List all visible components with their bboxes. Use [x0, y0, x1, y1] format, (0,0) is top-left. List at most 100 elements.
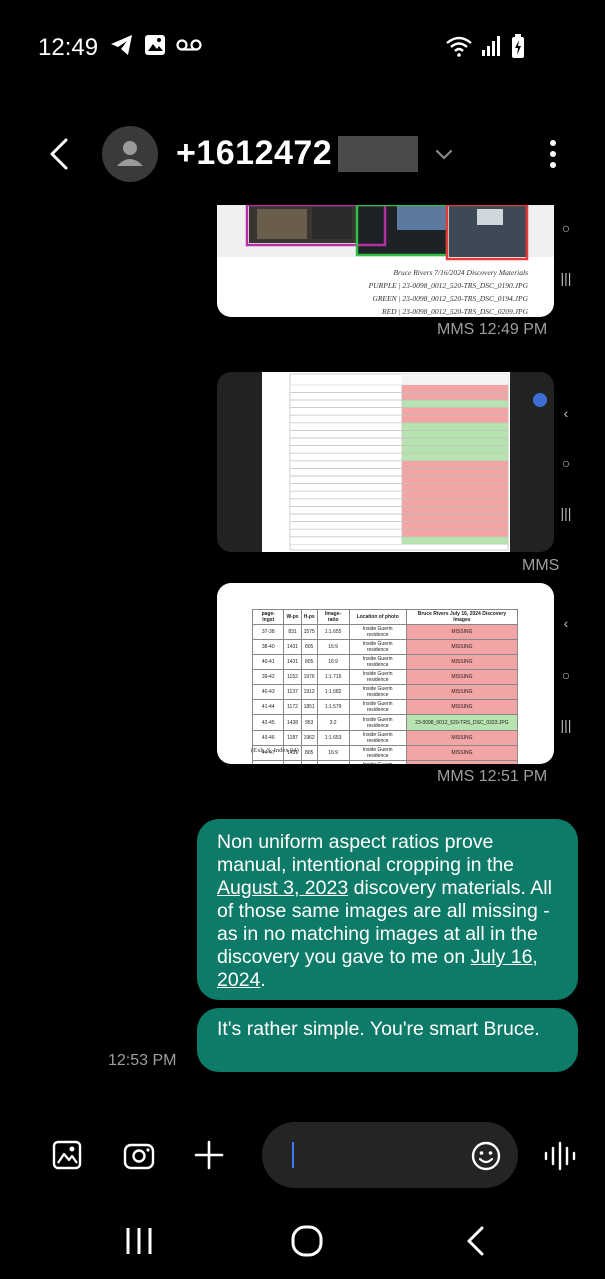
- gallery-icon: [145, 35, 165, 55]
- table-cell: 16:9: [316, 654, 350, 670]
- table-cell: MISSING: [405, 684, 519, 700]
- table-cell: 1851: [300, 699, 318, 715]
- table-cell: MISSING: [405, 654, 519, 670]
- status-icons-right: [445, 34, 525, 58]
- table-cell: Inside Guerin residence: [348, 684, 407, 700]
- side-control-back[interactable]: ‹: [557, 405, 575, 421]
- back-nav-icon[interactable]: [462, 1225, 490, 1257]
- avatar[interactable]: [102, 126, 158, 182]
- table-cell: MISSING: [405, 730, 519, 746]
- date-link[interactable]: August 3, 2023: [217, 877, 348, 899]
- table-cell: 42-45: [251, 714, 285, 731]
- table-cell: Inside Guerin residence: [348, 654, 407, 670]
- table-cell: 1:1.682: [316, 684, 350, 700]
- table-cell: 1:1.579: [316, 699, 350, 715]
- table-cell: 43-46: [251, 730, 285, 746]
- table-cell: 1431: [283, 639, 302, 655]
- plus-icon[interactable]: [193, 1139, 225, 1171]
- telegram-icon: [111, 35, 132, 55]
- contact-number[interactable]: +1612472: [176, 134, 332, 173]
- side-control-circle[interactable]: ○: [557, 455, 575, 471]
- table-cell: 40-41: [251, 654, 285, 670]
- table-cell: Inside Guerin residence: [348, 669, 407, 685]
- mms1-caption-line: RED | 23-0098_0012_520-TRS_DSC_0209.JPG: [381, 307, 528, 316]
- table-cell: MISSING: [405, 669, 519, 685]
- table-cell: 40-43: [251, 684, 285, 700]
- camera-icon[interactable]: [123, 1140, 155, 1170]
- table-cell: Inside Guerin residence: [348, 624, 407, 640]
- gallery-icon[interactable]: [52, 1140, 82, 1170]
- table-row: 44-48143180516:9Inside Guerin residenceM…: [251, 760, 519, 764]
- table-cell: 16:9: [316, 760, 350, 764]
- table-row: 38-40 1431 805 16:9 Inside Guerin residence M…: [251, 639, 519, 655]
- table-cell: Inside Guerin residence: [348, 745, 407, 761]
- text-cursor: [292, 1142, 294, 1168]
- table-cell: 1438: [283, 714, 302, 731]
- message-text: It's rather simple. You're smart Bruce.: [217, 1018, 540, 1040]
- table-row: 43-46 1187 1962 1:1.653 Inside Guerin reside…: [251, 730, 519, 746]
- table-cell: 44-48: [251, 760, 285, 764]
- side-control-lines[interactable]: |||: [557, 270, 575, 286]
- table-cell: 23-0098_0012_520-TRS_DSC_0323.JPG: [405, 714, 519, 731]
- navigation-bar: [0, 1205, 605, 1279]
- voice-input-icon[interactable]: [543, 1140, 577, 1172]
- conversation-header: +1612472: [0, 110, 605, 200]
- mms3-meta: MMS 12:51 PM: [437, 768, 548, 785]
- person-icon: [117, 141, 143, 166]
- table-cell: 1152: [283, 669, 302, 685]
- discovery-table: page- Ingst W-px H-px Image-ratio Locati…: [251, 609, 519, 764]
- table-cell: 1187: [283, 730, 302, 746]
- message-timestamp: 12:53 PM: [108, 1052, 177, 1069]
- table-cell: 41-44: [251, 699, 285, 715]
- mms2-meta: MMS: [522, 557, 560, 574]
- table-cell: Inside Guerin residence: [348, 760, 407, 764]
- table-header: W-px: [283, 609, 302, 625]
- table-cell: MISSING: [405, 624, 519, 640]
- table-cell: 1172: [283, 699, 302, 715]
- status-time: 12:49: [38, 34, 99, 61]
- sent-message-bubble[interactable]: It's rather simple. You're smart Bruce.: [197, 1008, 578, 1072]
- redacted-number-block: [338, 136, 418, 172]
- chevron-down-icon[interactable]: [430, 140, 458, 168]
- table-cell: Inside Guerin residence: [348, 639, 407, 655]
- voicemail-icon: [176, 39, 202, 51]
- recent-apps-icon[interactable]: [124, 1225, 154, 1257]
- back-button[interactable]: [40, 134, 80, 174]
- table-cell: 1431: [283, 760, 302, 764]
- table-header: Bruce Rivers July 16, 2024 Discovery Ima…: [405, 609, 519, 625]
- table-cell: 1431: [283, 654, 302, 670]
- sent-message-bubble[interactable]: Non uniform aspect ratios prove manual, …: [197, 819, 578, 1000]
- message-text: .: [260, 969, 266, 991]
- table-cell: 1:1.715: [316, 669, 350, 685]
- emoji-icon[interactable]: [470, 1140, 502, 1172]
- side-control-circle[interactable]: ○: [557, 220, 575, 236]
- table-cell: Inside Guerin residence: [348, 714, 407, 731]
- side-control-back[interactable]: ‹: [557, 615, 575, 631]
- mms-image-1[interactable]: Bruce Rivers 7/16/2024 Discovery Materia…: [217, 205, 554, 317]
- table-cell: 1:1.653: [316, 730, 350, 746]
- side-control-lines[interactable]: |||: [557, 717, 575, 733]
- table-cell: Inside Guerin residence: [348, 730, 407, 746]
- battery-charging-icon: [512, 34, 524, 58]
- table-cell: 16:9: [316, 639, 350, 655]
- table-row: 40-41 1431 805 16:9 Inside Guerin residence M…: [251, 654, 519, 670]
- table-row: 41-44 1172 1851 1:1.579 Inside Guerin reside…: [251, 699, 519, 715]
- mms-image-3[interactable]: page- Ingst W-px H-px Image-ratio Locati…: [217, 583, 554, 764]
- pdf-badge-icon: [533, 393, 547, 407]
- more-options-icon[interactable]: [538, 134, 568, 174]
- document-page: [262, 372, 510, 552]
- table-cell: 1912: [300, 684, 318, 700]
- side-control-circle[interactable]: ○: [557, 667, 575, 683]
- table-header: H-px: [300, 609, 318, 625]
- mms-image-2[interactable]: [217, 372, 554, 552]
- table-cell: 1575: [300, 624, 318, 640]
- table-row: 42-45 1438 953 3:2 Inside Guerin residence 23…: [251, 714, 519, 731]
- signal-icon: [482, 36, 500, 56]
- home-icon[interactable]: [290, 1224, 324, 1258]
- table-cell: 1:1.655: [316, 624, 350, 640]
- side-control-lines[interactable]: |||: [557, 505, 575, 521]
- mms1-meta: MMS 12:49 PM: [437, 321, 548, 338]
- status-bar: 12:49: [0, 0, 605, 90]
- message-text: Non uniform aspect ratios prove manual, …: [217, 831, 515, 876]
- table-cell: 16:9: [316, 745, 350, 761]
